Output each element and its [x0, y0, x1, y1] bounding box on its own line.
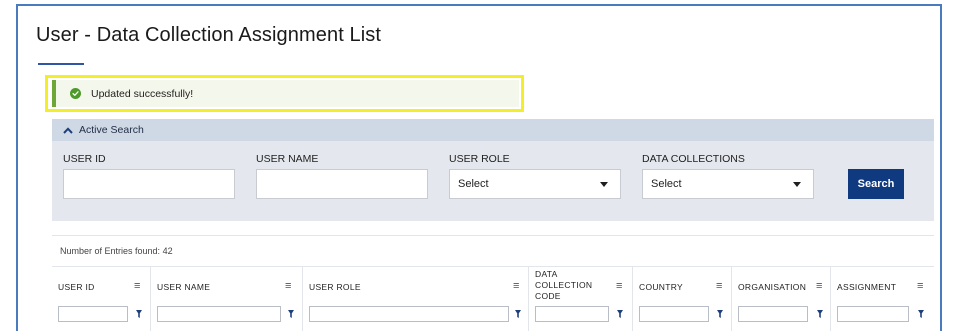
user-id-label: USER ID — [63, 153, 106, 165]
column-title: USER ROLE — [309, 282, 361, 292]
column-data-collection-code: DATA COLLECTION CODE ≡ — [529, 267, 633, 331]
column-menu-icon[interactable]: ≡ — [513, 281, 519, 292]
column-country: COUNTRY ≡ — [633, 267, 732, 331]
column-user-name: USER NAME ≡ — [151, 267, 303, 331]
column-title: USER ID — [58, 282, 95, 292]
data-collections-select[interactable]: Select — [642, 169, 814, 199]
column-title-line: COLLECTION — [535, 280, 593, 290]
organisation-filter-input[interactable] — [738, 306, 808, 322]
success-message: Updated successfully! — [91, 87, 194, 100]
user-role-select[interactable]: Select — [449, 169, 621, 199]
search-panel: Active Search USER ID USER NAME USER ROL… — [52, 119, 934, 221]
country-filter-input[interactable] — [639, 306, 709, 322]
page-frame: User - Data Collection Assignment List U… — [16, 4, 942, 331]
search-button[interactable]: Search — [848, 169, 904, 199]
results-panel: Number of Entries found: 42 USER ID ≡ US… — [52, 235, 934, 331]
user-role-filter-input[interactable] — [309, 306, 509, 322]
column-menu-icon[interactable]: ≡ — [285, 281, 291, 292]
user-id-filter-input[interactable] — [58, 306, 128, 322]
column-menu-icon[interactable]: ≡ — [716, 281, 722, 292]
success-alert: Updated successfully! — [52, 80, 519, 107]
entries-count: Number of Entries found: 42 — [60, 246, 173, 256]
column-assignment: ASSIGNMENT ≡ — [831, 267, 934, 331]
column-menu-icon[interactable]: ≡ — [134, 281, 140, 292]
user-id-input[interactable] — [63, 169, 235, 199]
check-circle-icon — [70, 88, 81, 99]
user-role-value: Select — [458, 178, 489, 190]
filter-icon[interactable] — [136, 310, 142, 318]
column-title-line: DATA — [535, 269, 558, 279]
column-menu-icon[interactable]: ≡ — [917, 281, 923, 292]
search-panel-title: Active Search — [79, 124, 144, 136]
search-panel-toggle[interactable]: Active Search — [52, 119, 934, 141]
chevron-up-icon — [63, 126, 73, 134]
data-collections-label: DATA COLLECTIONS — [642, 153, 745, 165]
entries-count-label: Number of Entries found: — [60, 246, 161, 256]
grid-header: USER ID ≡ USER NAME ≡ USER ROLE ≡ DATA C… — [52, 266, 934, 331]
column-user-role: USER ROLE ≡ — [303, 267, 529, 331]
column-title-line: CODE — [535, 291, 561, 301]
column-title: ASSIGNMENT — [837, 282, 897, 292]
filter-icon[interactable] — [717, 310, 723, 318]
entries-count-value: 42 — [162, 246, 173, 256]
column-menu-icon[interactable]: ≡ — [616, 281, 622, 292]
user-name-label: USER NAME — [256, 153, 319, 165]
column-user-id: USER ID ≡ — [52, 267, 151, 331]
data-collection-code-filter-input[interactable] — [535, 306, 609, 322]
filter-icon[interactable] — [918, 310, 924, 318]
user-name-filter-input[interactable] — [157, 306, 281, 322]
page-title: User - Data Collection Assignment List — [36, 24, 382, 46]
data-collections-value: Select — [651, 178, 682, 190]
column-title: ORGANISATION — [738, 282, 807, 292]
caret-down-icon — [793, 178, 801, 190]
filter-icon[interactable] — [817, 310, 823, 318]
column-title: COUNTRY — [639, 282, 683, 292]
user-name-input[interactable] — [256, 169, 428, 199]
user-role-label: USER ROLE — [449, 153, 510, 165]
filter-icon[interactable] — [515, 310, 521, 318]
caret-down-icon — [600, 178, 608, 190]
filter-icon[interactable] — [288, 310, 294, 318]
column-title: USER NAME — [157, 282, 211, 292]
column-organisation: ORGANISATION ≡ — [732, 267, 831, 331]
column-menu-icon[interactable]: ≡ — [816, 281, 822, 292]
title-underline — [38, 63, 84, 65]
assignment-filter-input[interactable] — [837, 306, 909, 322]
filter-icon[interactable] — [617, 310, 623, 318]
title-area: User - Data Collection Assignment List — [36, 24, 381, 47]
